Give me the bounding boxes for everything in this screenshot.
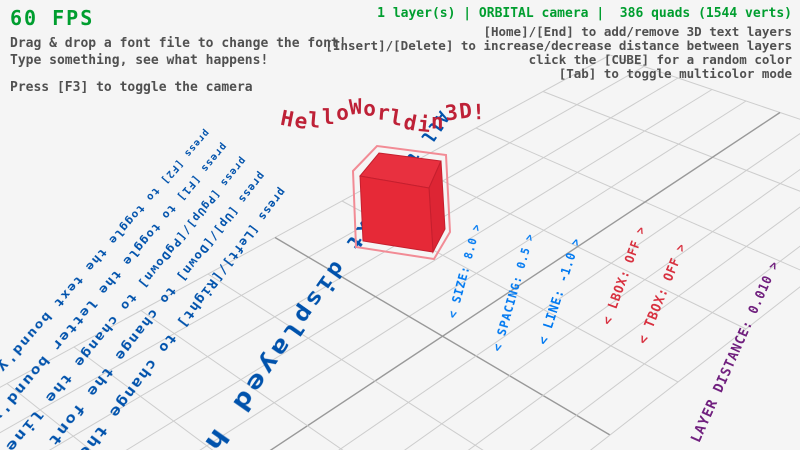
hint-toggle-camera: Press [F3] to toggle the camera [10, 80, 253, 95]
title-char: ! [472, 100, 486, 124]
hint-layer-distance-keys: [Insert]/[Delete] to increase/decrease d… [325, 38, 792, 53]
title-char: n [431, 109, 445, 133]
title-char: i [416, 112, 432, 137]
status-line: 1 layer(s) | ORBITAL camera | 386 quads … [377, 6, 792, 21]
title-char: l [322, 105, 336, 129]
hint-add-remove-layers: [Home]/[End] to add/remove 3D text layer… [483, 24, 792, 39]
hello-world-3d-text: Hello World in 3D! [281, 100, 487, 131]
cube-front-face [360, 176, 433, 252]
hint-click-cube: click the [CUBE] for a random color [529, 52, 792, 67]
hint-type-something: Type something, see what happens! [10, 53, 268, 68]
title-char: o [363, 96, 377, 120]
title-char: W [348, 94, 364, 119]
hint-drag-drop-font: Drag & drop a font file to change the fo… [10, 36, 347, 51]
hint-toggle-multicolor: [Tab] to toggle multicolor mode [559, 66, 792, 81]
raylib-text3d-window: press [F2] to toggle the text bound'y pr… [0, 0, 800, 450]
fps-counter: 60 FPS [10, 6, 94, 30]
title-char: l [307, 108, 323, 133]
